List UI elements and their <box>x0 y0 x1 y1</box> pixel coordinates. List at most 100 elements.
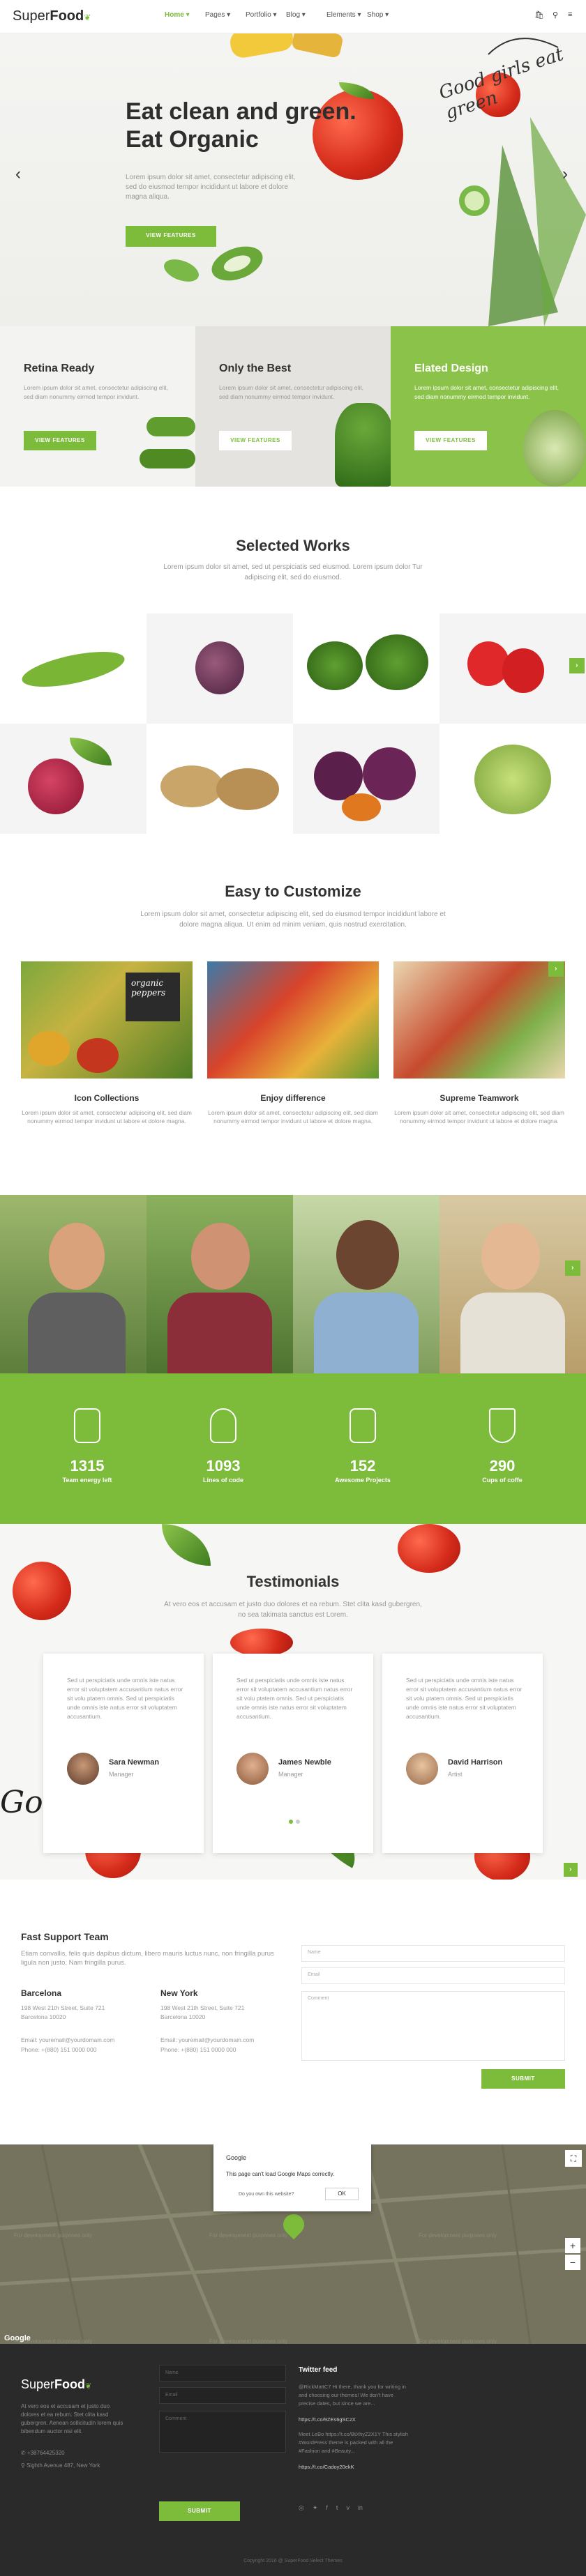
site-header: SuperFood❦ Home ▾ Pages ▾ Portfolio ▾ Bl… <box>0 0 586 33</box>
hero-title: Eat clean and green. Eat Organic <box>126 98 356 153</box>
stat-number: 152 <box>350 1457 376 1474</box>
tweet-text: Meet LeBo https://t.co/BtXhyZ2X1Y This s… <box>299 2431 408 2454</box>
portfolio-item-figs[interactable] <box>146 613 293 724</box>
copyright-text: Copyright 2016 @ SuperFood Select Themes <box>243 2559 343 2563</box>
broccoli-image <box>335 403 393 487</box>
tweet-link[interactable]: https://t.co/9ZEs6gSCzX <box>299 2416 356 2423</box>
leaf-icon: ❦ <box>84 13 91 22</box>
office-address: 198 West 21th Street, Suite 721 Barcelon… <box>21 2004 105 2020</box>
slider-dot[interactable] <box>296 1820 300 1824</box>
twitter-icon[interactable]: ✦ <box>313 2504 318 2512</box>
portfolio-item-potatoes[interactable] <box>146 724 293 834</box>
portfolio-item-romanesco[interactable] <box>440 724 586 834</box>
map-error-dialog: Google This page can't load Google Maps … <box>213 2144 371 2211</box>
main-nav: Home ▾ Pages ▾ Portfolio ▾ Blog ▾ Elemen… <box>165 11 407 19</box>
menu-icon[interactable]: ≡ <box>568 10 572 19</box>
portfolio-item-plums[interactable] <box>293 724 440 834</box>
comment-field[interactable]: Comment <box>301 1991 565 2061</box>
hero-view-features-button[interactable]: VIEW FEATURES <box>126 226 216 247</box>
team-photo[interactable] <box>293 1195 440 1373</box>
facebook-icon[interactable]: f <box>326 2504 328 2512</box>
slider-next-arrow[interactable]: › <box>562 165 568 184</box>
instagram-icon[interactable]: ◎ <box>299 2504 304 2512</box>
zoom-in-button[interactable]: + <box>565 2238 580 2253</box>
phone-icon: ✆ <box>21 2450 27 2456</box>
stat-number: 1315 <box>70 1457 105 1474</box>
email-field[interactable]: Email <box>301 1967 565 1984</box>
nav-item-home[interactable]: Home ▾ <box>165 11 205 19</box>
avatar <box>406 1753 438 1785</box>
next-arrow-button[interactable]: › <box>564 1863 578 1877</box>
nav-item-blog[interactable]: Blog ▾ <box>286 11 326 19</box>
team-photo[interactable] <box>0 1195 146 1373</box>
slider-prev-arrow[interactable]: ‹ <box>15 165 21 184</box>
footer-message-field[interactable]: Comment <box>159 2411 286 2453</box>
portfolio-item-broccoli[interactable] <box>293 613 440 724</box>
feature-button[interactable]: VIEW FEATURES <box>414 431 487 450</box>
portfolio-item-peas[interactable] <box>0 613 146 724</box>
name-field[interactable]: Name <box>301 1945 565 1962</box>
testimonial-role: Manager <box>278 1771 303 1778</box>
nav-item-shop[interactable]: Shop ▾ <box>367 11 407 19</box>
next-arrow-button[interactable]: › <box>565 1260 580 1276</box>
customize-item-title: Icon Collections <box>74 1093 140 1103</box>
feature-button[interactable]: VIEW FEATURES <box>24 431 96 450</box>
footer-name-field[interactable]: Name <box>159 2365 286 2381</box>
office-phone: Phone: +(880) 151 0000 000 <box>21 2046 97 2053</box>
feature-text: Lorem ipsum dolor sit amet, consectetur … <box>414 384 559 400</box>
team-photo[interactable] <box>146 1195 293 1373</box>
site-footer: SuperFood❦ At vero eos et accusam et jus… <box>0 2344 586 2576</box>
nav-item-elements[interactable]: Elements ▾ <box>326 11 367 19</box>
footer-submit-button[interactable]: SUBMIT <box>159 2501 240 2521</box>
map-watermark: For development purposes only <box>14 2232 93 2239</box>
stat-label: Lines of code <box>202 1477 243 1484</box>
customize-image-vegetables[interactable] <box>207 961 379 1079</box>
customize-image-peppers[interactable]: organic peppers <box>21 961 193 1079</box>
linkedin-icon[interactable]: in <box>358 2504 363 2512</box>
dialog-ok-button[interactable]: OK <box>325 2188 359 2200</box>
works-text: Lorem ipsum dolor sit amet, sed ut persp… <box>163 563 423 581</box>
search-icon[interactable]: ⚲ <box>553 10 558 20</box>
cart-icon[interactable]: 🛍 <box>534 10 544 20</box>
tweet-link[interactable]: https://t.co/Cadoy20ekK <box>299 2464 354 2470</box>
testimonials-text: At vero eos et accusam et justo duo dolo… <box>164 1601 422 1619</box>
vimeo-icon[interactable]: v <box>346 2504 350 2512</box>
fullscreen-icon[interactable]: ⛶ <box>565 2150 582 2167</box>
leaf-icon: ❦ <box>85 2382 92 2391</box>
testimonial-card: Sed ut perspiciatis unde omnis iste natu… <box>382 1654 543 1853</box>
tumblr-icon[interactable]: t <box>336 2504 338 2512</box>
nav-item-pages[interactable]: Pages ▾ <box>205 11 246 19</box>
footer-logo[interactable]: SuperFood❦ <box>21 2377 91 2392</box>
nav-item-portfolio[interactable]: Portfolio ▾ <box>246 11 286 19</box>
office-address: 198 West 21th Street, Suite 721 Barcelon… <box>160 2004 245 2020</box>
portfolio-item-beetroot[interactable] <box>0 724 146 834</box>
customize-image-salad[interactable]: › <box>393 961 565 1079</box>
zoom-out-button[interactable]: − <box>565 2255 580 2270</box>
team-photo[interactable]: › <box>440 1195 586 1373</box>
chalkboard-sign: organic peppers <box>126 973 180 1021</box>
office-city: Barcelona <box>21 1988 62 1998</box>
feature-button[interactable]: VIEW FEATURES <box>219 431 292 450</box>
footer-email-field[interactable]: Email <box>159 2387 286 2404</box>
testimonials-title: Testimonials <box>246 1573 340 1590</box>
feature-title: Retina Ready <box>24 363 95 374</box>
submit-button[interactable]: SUBMIT <box>481 2069 565 2089</box>
office-email: Email: youremail@yourdomain.com <box>160 2036 255 2043</box>
slider-dot[interactable] <box>289 1820 293 1824</box>
map-watermark: For development purposes only <box>419 2338 497 2344</box>
social-icons: ◎ ✦ f t v in <box>299 2504 363 2512</box>
testimonial-text: Sed ut perspiciatis unde omnis iste natu… <box>67 1677 183 1720</box>
customize-item-text: Lorem ipsum dolor sit amet, consectetur … <box>394 1109 564 1125</box>
location-icon: ⚲ <box>21 2462 27 2469</box>
map[interactable]: For development purposes only For develo… <box>0 2144 586 2344</box>
portfolio-item-strawberries[interactable]: › <box>440 613 586 724</box>
office-city: New York <box>160 1988 198 1998</box>
next-arrow-button[interactable]: › <box>548 961 564 977</box>
stat-number: 290 <box>489 1457 516 1474</box>
testimonial-text: Sed ut perspiciatis unde omnis iste natu… <box>406 1677 523 1720</box>
logo[interactable]: SuperFood❦ <box>13 8 91 24</box>
avatar <box>67 1753 99 1785</box>
stat-label: Cups of coffe <box>482 1477 523 1484</box>
cabbage-image <box>523 410 586 487</box>
testimonial-role: Artist <box>448 1771 463 1778</box>
